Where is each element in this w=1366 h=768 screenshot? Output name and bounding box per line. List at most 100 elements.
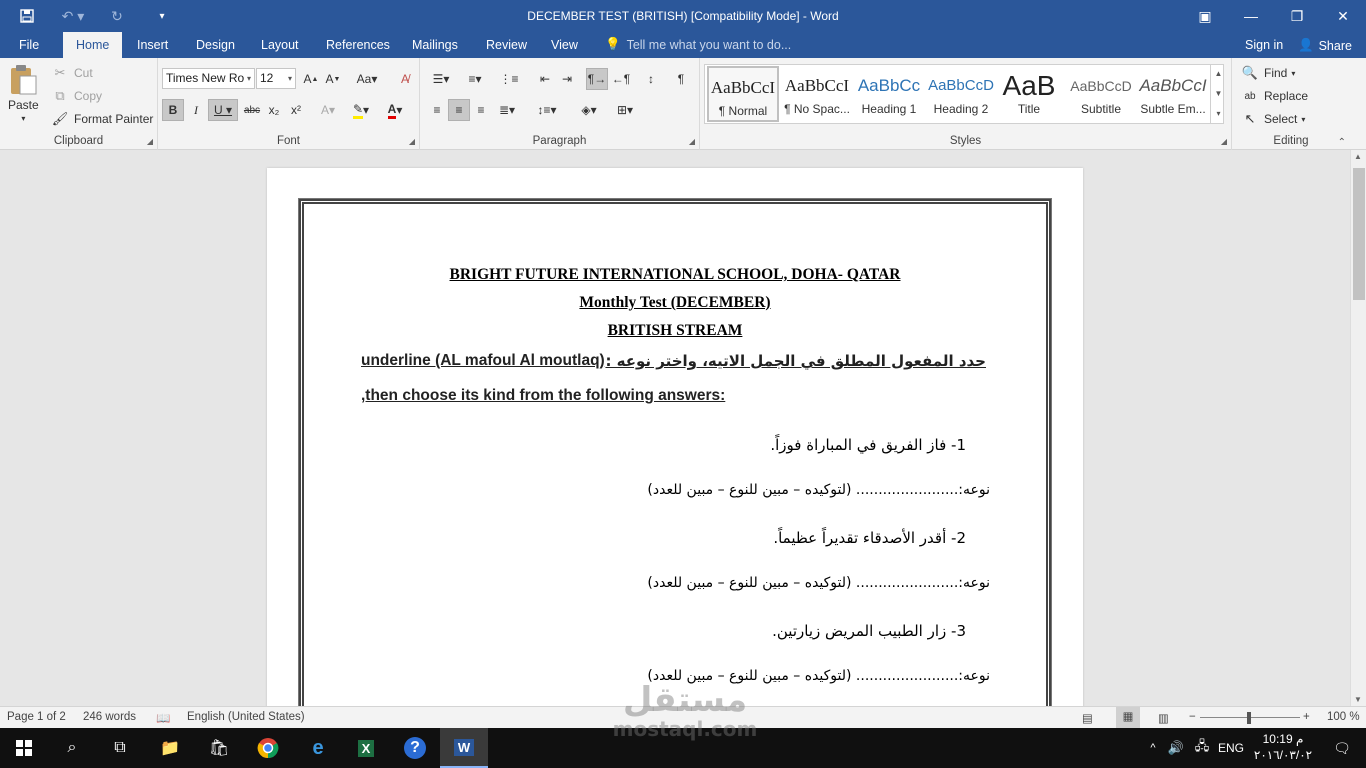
page-count[interactable]: Page 1 of 2: [7, 711, 66, 723]
align-center-icon[interactable]: ≡: [448, 99, 470, 121]
tab-design[interactable]: Design: [183, 32, 248, 58]
shading-icon[interactable]: ◈▾: [574, 99, 604, 121]
format-painter-button[interactable]: 🖌 Format Painter: [50, 109, 154, 129]
store-icon[interactable]: 🛍: [195, 728, 243, 768]
style-subtle-emphasis[interactable]: AaBbCcI Subtle Em...: [1137, 66, 1209, 122]
find-button[interactable]: 🔍 Find ▾: [1240, 63, 1295, 83]
tell-me-box[interactable]: 💡 Tell me what you want to do...: [605, 37, 791, 52]
minimize-icon[interactable]: —: [1228, 0, 1274, 32]
read-mode-icon[interactable]: ▤: [1082, 711, 1093, 725]
sort-icon[interactable]: ↕: [640, 68, 662, 90]
font-color-icon[interactable]: A ▾: [380, 99, 410, 121]
chevron-up-icon[interactable]: ▲: [1354, 152, 1362, 161]
ribbon-display-icon[interactable]: ▣: [1182, 0, 1228, 32]
font-size-combo[interactable]: 12 ▾: [256, 68, 296, 89]
decrease-indent-icon[interactable]: ⇤: [534, 68, 556, 90]
ltr-direction-icon[interactable]: ¶→: [586, 68, 608, 90]
bold-icon[interactable]: B: [162, 99, 184, 121]
select-button[interactable]: ↖ Select ▾: [1240, 109, 1306, 129]
strikethrough-icon[interactable]: abc: [241, 99, 263, 121]
network-icon[interactable]: 🖧: [1190, 728, 1214, 768]
dialog-launcher-icon[interactable]: ◢: [1221, 137, 1227, 146]
bullets-icon[interactable]: ☰▾: [426, 68, 456, 90]
word-icon[interactable]: W: [440, 728, 488, 768]
search-icon[interactable]: ⌕: [48, 728, 96, 768]
file-explorer-icon[interactable]: 📁: [146, 728, 194, 768]
language-indicator[interactable]: English (United States): [187, 711, 305, 723]
subscript-icon[interactable]: x₂: [263, 99, 285, 121]
replace-button[interactable]: ab Replace: [1240, 86, 1308, 106]
restore-icon[interactable]: ❐: [1274, 0, 1320, 32]
tab-mailings[interactable]: Mailings: [399, 32, 471, 58]
tab-insert[interactable]: Insert: [124, 32, 181, 58]
align-left-icon[interactable]: ≡: [426, 99, 448, 121]
clear-formatting-icon[interactable]: A̸: [394, 68, 416, 90]
tab-file[interactable]: File: [6, 32, 52, 58]
zoom-slider-handle[interactable]: [1247, 712, 1251, 724]
borders-icon[interactable]: ⊞▾: [610, 99, 640, 121]
notifications-icon[interactable]: 🗨: [1318, 728, 1366, 768]
rtl-direction-icon[interactable]: ←¶: [610, 68, 632, 90]
language-indicator[interactable]: ENG: [1216, 728, 1246, 768]
line-spacing-icon[interactable]: ↕≡▾: [532, 99, 562, 121]
zoom-level[interactable]: 100 %: [1327, 711, 1360, 723]
chevron-up-icon[interactable]: ▲: [1211, 64, 1226, 84]
numbering-icon[interactable]: ≡▾: [460, 68, 490, 90]
vertical-scrollbar[interactable]: ▲ ▼: [1350, 150, 1366, 706]
close-icon[interactable]: ✕: [1320, 0, 1366, 32]
dialog-launcher-icon[interactable]: ◢: [409, 137, 415, 146]
style-heading-2[interactable]: AaBbCcD Heading 2: [925, 66, 997, 122]
edge-icon[interactable]: e: [294, 728, 342, 768]
tab-home[interactable]: Home: [63, 32, 123, 58]
excel-icon[interactable]: X: [342, 728, 390, 768]
web-layout-icon[interactable]: ▥: [1158, 711, 1169, 725]
windows-start-icon[interactable]: [0, 728, 48, 768]
chevron-down-icon[interactable]: ▼: [1211, 84, 1226, 104]
align-right-icon[interactable]: ≡: [470, 99, 492, 121]
change-case-icon[interactable]: Aa▾: [352, 68, 382, 90]
style-title[interactable]: AaB Title: [993, 66, 1065, 122]
task-view-icon[interactable]: ⧉: [96, 728, 144, 768]
cut-button[interactable]: ✂ Cut: [50, 63, 93, 83]
print-layout-icon[interactable]: ▦: [1116, 707, 1140, 728]
tab-view[interactable]: View: [538, 32, 591, 58]
text-effects-icon[interactable]: A▾: [314, 99, 342, 121]
document-page[interactable]: BRIGHT FUTURE INTERNATIONAL SCHOOL, DOHA…: [267, 168, 1083, 706]
sign-in-link[interactable]: Sign in: [1245, 38, 1283, 52]
dialog-launcher-icon[interactable]: ◢: [147, 137, 153, 146]
more-styles-icon[interactable]: ▾: [1211, 104, 1226, 124]
multilevel-list-icon[interactable]: ⋮≡: [494, 68, 524, 90]
style-subtitle[interactable]: AaBbCcD Subtitle: [1065, 66, 1137, 122]
share-button[interactable]: 👤 Share: [1298, 38, 1352, 53]
increase-indent-icon[interactable]: ⇥: [556, 68, 578, 90]
styles-scroll[interactable]: ▲ ▼ ▾: [1210, 64, 1226, 124]
volume-icon[interactable]: 🔊: [1164, 728, 1188, 768]
superscript-icon[interactable]: x²: [285, 99, 307, 121]
justify-icon[interactable]: ≣▾: [492, 99, 522, 121]
pilcrow-icon[interactable]: ¶: [670, 68, 692, 90]
tab-review[interactable]: Review: [473, 32, 540, 58]
document-area[interactable]: BRIGHT FUTURE INTERNATIONAL SCHOOL, DOHA…: [0, 150, 1350, 706]
tab-layout[interactable]: Layout: [248, 32, 312, 58]
font-name-combo[interactable]: Times New Ro ▾: [162, 68, 255, 89]
zoom-out-icon[interactable]: −: [1189, 711, 1196, 723]
dialog-launcher-icon[interactable]: ◢: [689, 137, 695, 146]
shrink-font-icon[interactable]: A ▼: [322, 68, 344, 90]
style-heading-1[interactable]: AaBbCc Heading 1: [853, 66, 925, 122]
tab-references[interactable]: References: [313, 32, 403, 58]
help-icon[interactable]: ?: [391, 728, 439, 768]
italic-icon[interactable]: I: [185, 99, 207, 121]
zoom-in-icon[interactable]: +: [1303, 711, 1310, 723]
chevron-down-icon[interactable]: ▼: [1354, 695, 1362, 704]
chevron-up-icon[interactable]: ^: [1142, 728, 1164, 768]
style-no-spacing[interactable]: AaBbCcI ¶ No Spac...: [781, 66, 853, 122]
underline-icon[interactable]: U ▾: [208, 99, 238, 121]
chrome-icon[interactable]: [244, 728, 292, 768]
proofing-icon[interactable]: 📖: [156, 711, 170, 725]
copy-button[interactable]: ⧉ Copy: [50, 86, 102, 106]
highlight-icon[interactable]: ✎ ▾: [346, 99, 376, 121]
paste-button[interactable]: Paste ▾: [8, 64, 39, 123]
clock[interactable]: 10:19 م ٢٠١٦/٠٣/٠٢: [1248, 731, 1318, 763]
style-normal[interactable]: AaBbCcI ¶ Normal: [707, 66, 779, 122]
scroll-thumb[interactable]: [1353, 168, 1365, 300]
